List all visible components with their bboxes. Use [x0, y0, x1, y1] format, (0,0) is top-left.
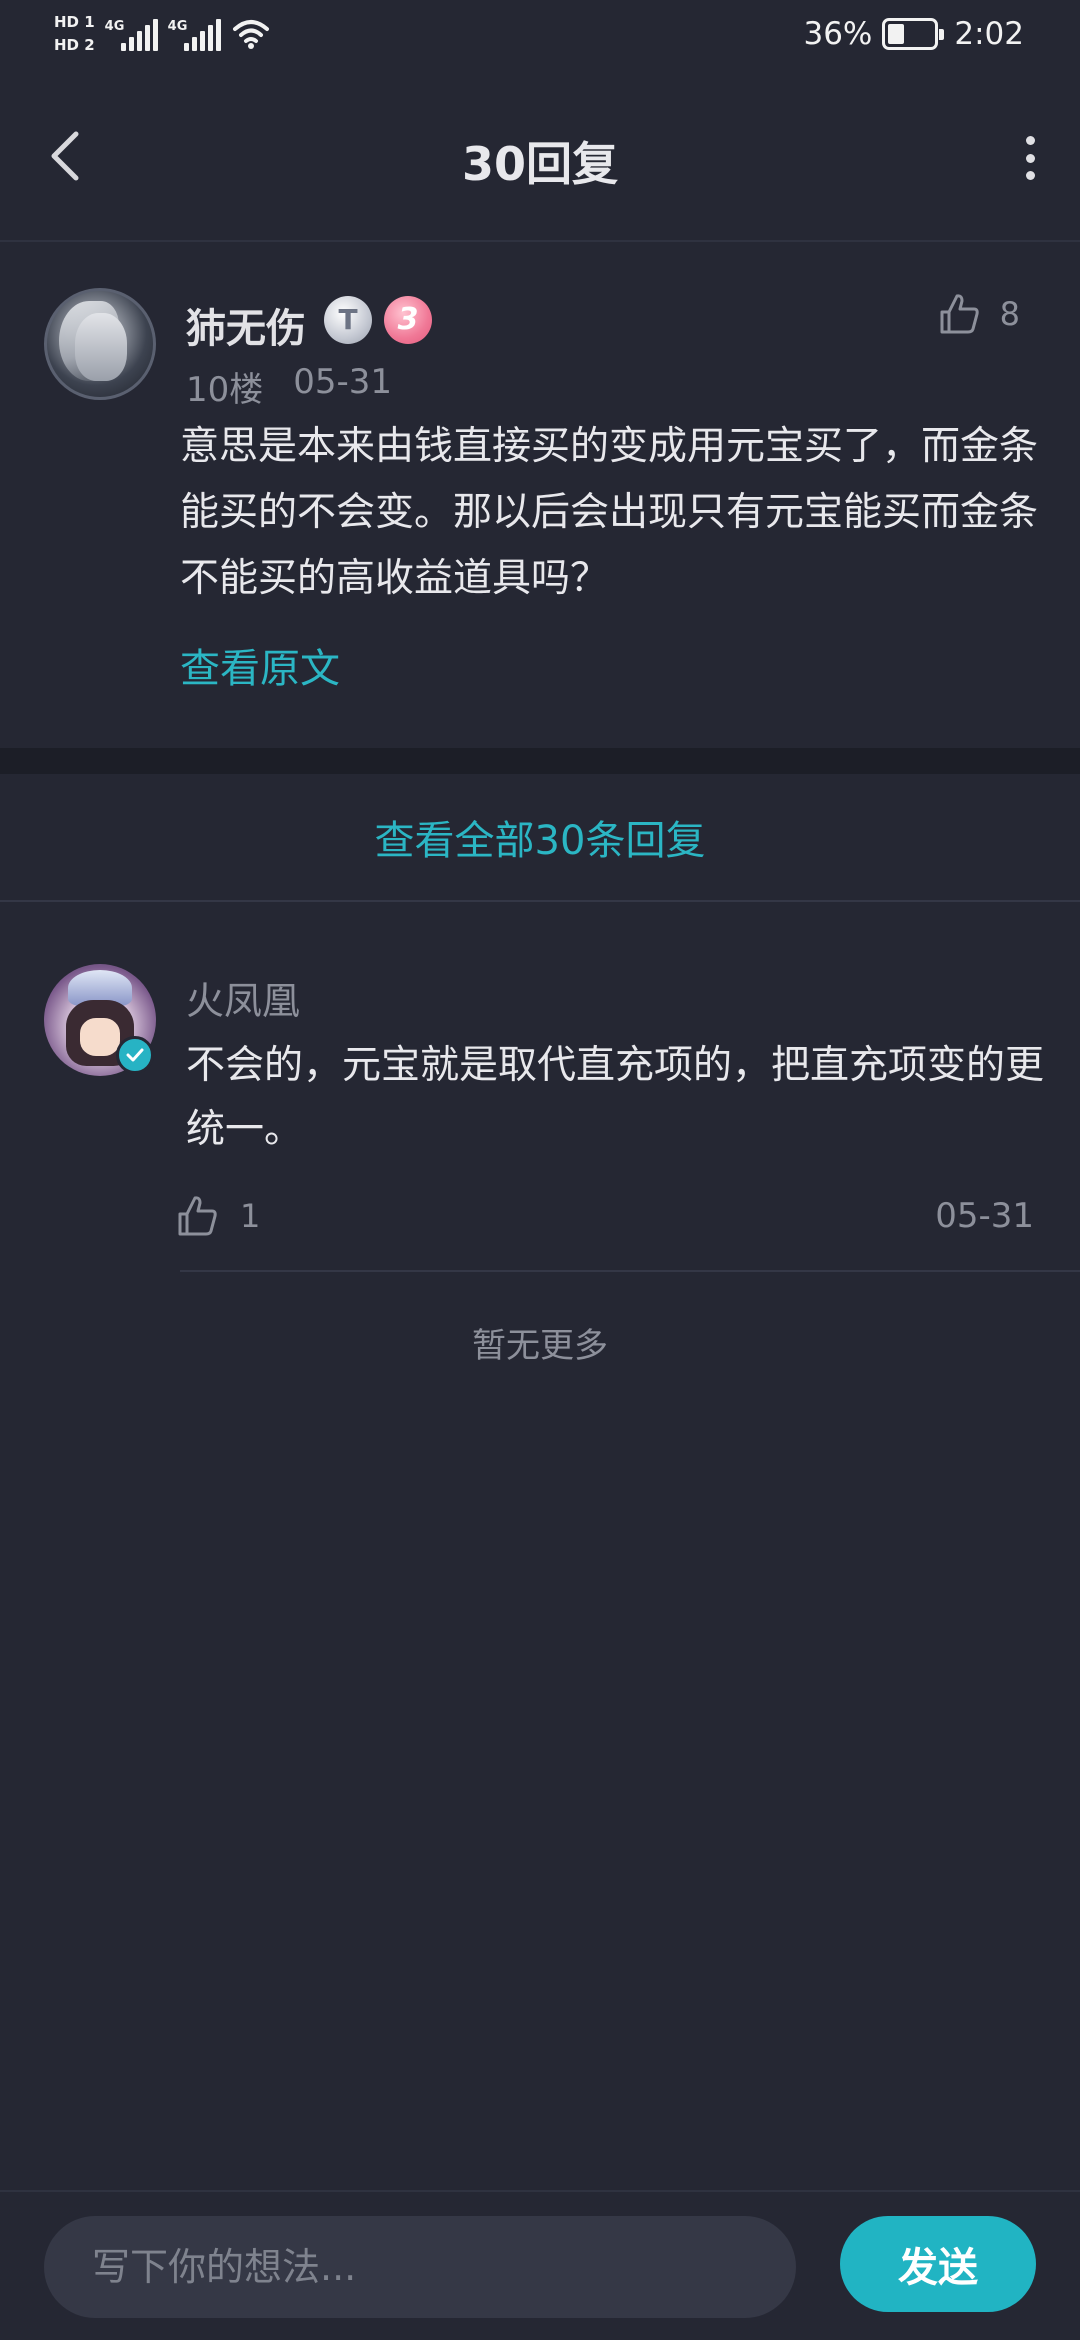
thumbs-up-icon — [940, 294, 979, 334]
reply-like-button[interactable]: 1 — [176, 1194, 260, 1238]
page-title: 30回复 — [461, 137, 618, 191]
verified-badge-icon — [116, 1036, 154, 1074]
level-badge: 3 — [384, 296, 432, 344]
like-count: 8 — [999, 295, 1020, 333]
title-badge: T — [324, 296, 372, 344]
page: HD 1 HD 2 4G 4G 36% 2:02 30回复 犻无伤 T 3 10… — [0, 0, 1080, 2340]
floor-number: 10楼 — [186, 370, 264, 410]
signal-icon-1: 4G — [105, 17, 158, 51]
reply-content: 不会的，元宝就是取代直充项的，把直充项变的更统一。 — [186, 1043, 1045, 1152]
comment-input[interactable] — [44, 2216, 796, 2318]
status-bar-left: HD 1 HD 2 4G 4G — [54, 14, 271, 54]
network-type-2: 4G — [167, 19, 188, 34]
signal-icon-2: 4G — [168, 17, 221, 51]
more-options-icon[interactable] — [1020, 136, 1040, 180]
comment-content: 意思是本来由钱直接买的变成用元宝买了，而金条能买的不会变。那以后会出现只有元宝能… — [180, 424, 1039, 601]
hd1-label: HD 1 — [54, 13, 95, 31]
comment-date: 05-31 — [293, 362, 393, 402]
view-original-link[interactable]: 查看原文 — [180, 636, 340, 694]
battery-percent: 36% — [803, 16, 873, 52]
section-divider — [0, 748, 1080, 774]
status-bar-right: 36% 2:02 — [803, 16, 1024, 52]
main-comment: 犻无伤 T 3 10楼 05-31 8 意思是本来由钱直接买的变成用元宝买了，而… — [0, 244, 1080, 748]
thumbs-up-icon — [178, 1196, 217, 1236]
reply-divider — [180, 1270, 1080, 1272]
header: 30回复 — [0, 72, 1080, 242]
network-type-1: 4G — [104, 19, 125, 34]
clock: 2:02 — [954, 16, 1024, 52]
like-button[interactable]: 8 — [938, 292, 1020, 336]
hd-indicators: HD 1 HD 2 — [54, 14, 95, 54]
reply-item: 火凤凰 不会的，元宝就是取代直充项的，把直充项变的更统一。 1 05-31 — [0, 904, 1080, 1274]
hd2-label: HD 2 — [54, 36, 95, 54]
reply-like-count: 1 — [240, 1197, 261, 1235]
wifi-icon — [232, 20, 269, 49]
battery-icon — [882, 18, 945, 50]
avatar[interactable] — [44, 288, 156, 400]
view-all-replies-link[interactable]: 查看全部30条回复 — [0, 774, 1080, 902]
reply-user-name[interactable]: 火凤凰 — [186, 970, 300, 1025]
send-button[interactable]: 发送 — [840, 2216, 1036, 2312]
no-more-label: 暂无更多 — [472, 1326, 608, 1366]
comment-input-bar: 发送 — [0, 2190, 1080, 2340]
comment-meta: 10楼 05-31 — [186, 362, 392, 411]
status-bar: HD 1 HD 2 4G 4G 36% 2:02 — [0, 0, 1080, 72]
user-name[interactable]: 犻无伤 — [186, 296, 306, 354]
reply-date: 05-31 — [935, 1196, 1034, 1236]
